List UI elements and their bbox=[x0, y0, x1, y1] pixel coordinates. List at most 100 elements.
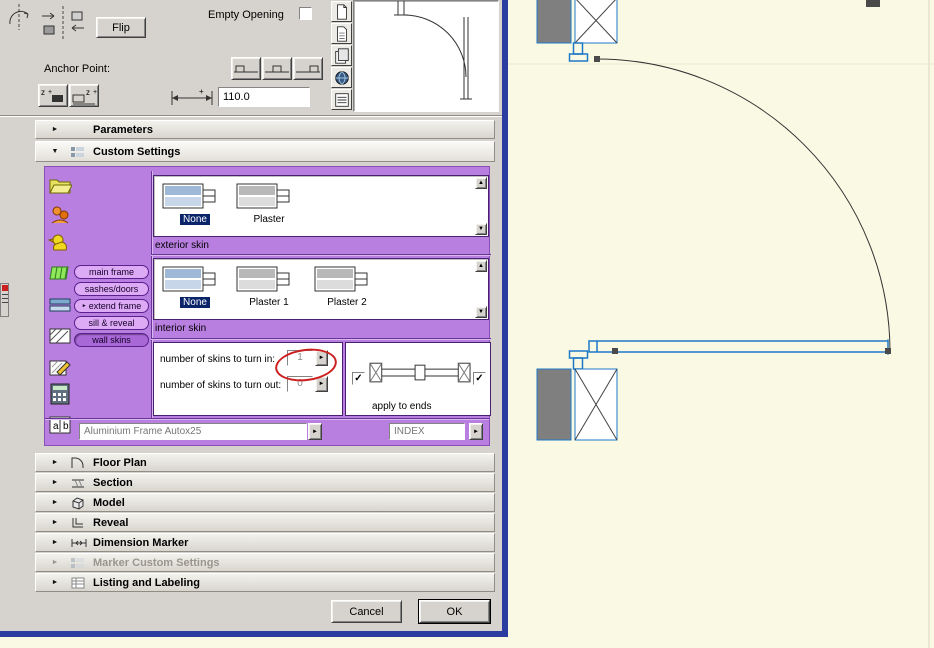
custom-settings-icon bbox=[70, 145, 88, 159]
palette-line bbox=[1, 298, 8, 299]
rotate-icon[interactable] bbox=[6, 2, 32, 32]
anchor-option-1-button[interactable]: z + bbox=[38, 84, 68, 107]
check-icon: ✓ bbox=[354, 373, 363, 384]
favorites-doc2-button[interactable] bbox=[331, 23, 352, 44]
interior-skin-item-none[interactable]: None bbox=[162, 262, 228, 308]
tab-extend-frame[interactable]: ► extend frame bbox=[74, 299, 149, 313]
name-field-menu-button[interactable]: ► bbox=[308, 423, 322, 440]
library-book-button[interactable] bbox=[331, 45, 352, 66]
tab-sashes-doors-label: sashes/doors bbox=[84, 284, 139, 294]
apply-to-ends-box: ✓ ✓ apply to ends bbox=[345, 342, 491, 416]
mirror-icon[interactable] bbox=[36, 4, 90, 42]
flip-button[interactable]: Flip bbox=[96, 17, 146, 38]
apply-right-checkbox[interactable]: ✓ bbox=[473, 372, 486, 385]
extend-frame-marker-icon: ► bbox=[81, 303, 87, 309]
collapsed-triangle-icon: ► bbox=[51, 559, 59, 566]
exterior-scroll-up-button[interactable]: ▲ bbox=[475, 177, 487, 189]
exterior-scroll-down-button[interactable]: ▼ bbox=[475, 223, 487, 235]
section-marker-custom-settings: ► Marker Custom Settings bbox=[35, 553, 495, 572]
tab-wall-skins-label: wall skins bbox=[92, 335, 131, 345]
section-parameters[interactable]: ► Parameters bbox=[35, 120, 495, 139]
section-dimension-marker-label: Dimension Marker bbox=[93, 536, 189, 549]
palette-line bbox=[1, 302, 8, 303]
section-section[interactable]: ► Section bbox=[35, 473, 495, 492]
exterior-skin-list[interactable]: None Plaster ▲ ▼ bbox=[153, 175, 489, 237]
linked-parts-icon[interactable] bbox=[48, 203, 72, 227]
section-listing-and-labeling[interactable]: ► Listing and Labeling bbox=[35, 573, 495, 592]
anchor-option-2-button[interactable]: z + bbox=[69, 84, 99, 107]
section-reveal[interactable]: ► Reveal bbox=[35, 513, 495, 532]
empty-opening-label: Empty Opening bbox=[208, 9, 284, 21]
exterior-skin-plaster-label: Plaster bbox=[253, 214, 285, 225]
skin-plaster1-icon bbox=[236, 266, 290, 292]
skin-section-icon[interactable] bbox=[48, 295, 72, 315]
list-view-button[interactable] bbox=[331, 89, 352, 110]
tab-wall-skins[interactable]: wall skins bbox=[74, 333, 149, 347]
document-lines-icon bbox=[336, 25, 347, 42]
section-section-label: Section bbox=[93, 476, 133, 489]
skin-none-icon bbox=[162, 266, 216, 292]
group-separator bbox=[45, 418, 489, 420]
reveal-position-left-button[interactable] bbox=[231, 57, 261, 80]
interior-scroll-down-button[interactable]: ▼ bbox=[475, 306, 487, 318]
index-field-menu-button[interactable]: ► bbox=[469, 423, 483, 440]
library-part-name-field[interactable]: Aluminium Frame Autox25 bbox=[79, 423, 307, 440]
interior-skin-label: interior skin bbox=[155, 323, 207, 334]
ok-button[interactable]: OK bbox=[419, 600, 490, 623]
favorites-doc-button[interactable] bbox=[331, 1, 352, 22]
section-marker-custom-settings-label: Marker Custom Settings bbox=[93, 556, 220, 569]
open-folder-icon[interactable] bbox=[48, 175, 72, 195]
exterior-skin-item-plaster[interactable]: Plaster bbox=[236, 179, 302, 225]
section-model[interactable]: ► Model bbox=[35, 493, 495, 512]
skin-none-icon bbox=[162, 183, 216, 209]
menu-arrow-icon: ► bbox=[473, 428, 479, 435]
book-icon bbox=[334, 47, 349, 64]
reveal-position-center-button[interactable] bbox=[262, 57, 292, 80]
tab-main-frame[interactable]: main frame bbox=[74, 265, 149, 279]
apply-left-checkbox[interactable]: ✓ bbox=[352, 372, 365, 385]
model-cube-icon bbox=[70, 496, 88, 510]
duck-library-icon[interactable] bbox=[48, 231, 72, 255]
door-leaf[interactable] bbox=[588, 339, 889, 355]
interior-skin-item-plaster2[interactable]: Plaster 2 bbox=[314, 262, 380, 308]
spinner-arrow-icon: ► bbox=[318, 381, 325, 387]
scroll-down-icon: ▼ bbox=[478, 309, 484, 315]
section-floor-plan[interactable]: ► Floor Plan bbox=[35, 453, 495, 472]
cancel-button[interactable]: Cancel bbox=[331, 600, 402, 623]
empty-opening-checkbox[interactable] bbox=[299, 7, 312, 20]
svg-text:a: a bbox=[53, 421, 59, 432]
web-library-button[interactable] bbox=[331, 67, 352, 88]
tab-sill-reveal[interactable]: sill & reveal bbox=[74, 316, 149, 330]
section-dimension-marker[interactable]: ► Dimension Marker bbox=[35, 533, 495, 552]
divider bbox=[0, 115, 502, 117]
tab-sashes-doors[interactable]: sashes/doors bbox=[74, 282, 149, 296]
interior-scroll-up-button[interactable]: ▲ bbox=[475, 260, 487, 272]
list-icon bbox=[334, 92, 349, 107]
svg-text:z: z bbox=[41, 88, 45, 97]
hatch-pattern-icon[interactable] bbox=[48, 327, 72, 345]
index-field[interactable]: INDEX bbox=[389, 423, 465, 440]
interior-skin-plaster2-label: Plaster 2 bbox=[327, 297, 367, 308]
ok-button-label: OK bbox=[446, 605, 463, 618]
collapsed-triangle-icon: ► bbox=[51, 126, 59, 133]
turn-out-label: number of skins to turn out: bbox=[160, 380, 282, 391]
svg-text:+: + bbox=[48, 89, 52, 96]
collapsed-triangle-icon: ► bbox=[51, 459, 59, 466]
interior-skin-none-label: None bbox=[180, 297, 210, 308]
reveal-position-right-button[interactable] bbox=[293, 57, 323, 80]
scroll-up-icon: ▲ bbox=[478, 180, 484, 186]
document-icon bbox=[336, 3, 347, 20]
section-floor-plan-label: Floor Plan bbox=[93, 456, 147, 469]
exterior-skin-item-none[interactable]: None bbox=[162, 179, 228, 225]
interior-skin-item-plaster1[interactable]: Plaster 1 bbox=[236, 262, 302, 308]
interior-skin-list[interactable]: None Plaster 1 Plaster 2 ▲ ▼ bbox=[153, 258, 489, 320]
menu-arrow-icon: ► bbox=[312, 428, 318, 435]
collapsed-triangle-icon: ► bbox=[51, 499, 59, 506]
collapsed-triangle-icon: ► bbox=[51, 479, 59, 486]
section-custom-settings[interactable]: ▼ Custom Settings bbox=[35, 141, 495, 162]
pen-hatch-icon[interactable] bbox=[48, 357, 72, 379]
width-input[interactable] bbox=[218, 87, 310, 107]
calculator-icon[interactable] bbox=[48, 383, 72, 405]
svg-text:z: z bbox=[86, 88, 90, 97]
surface-green-icon[interactable] bbox=[48, 263, 72, 283]
